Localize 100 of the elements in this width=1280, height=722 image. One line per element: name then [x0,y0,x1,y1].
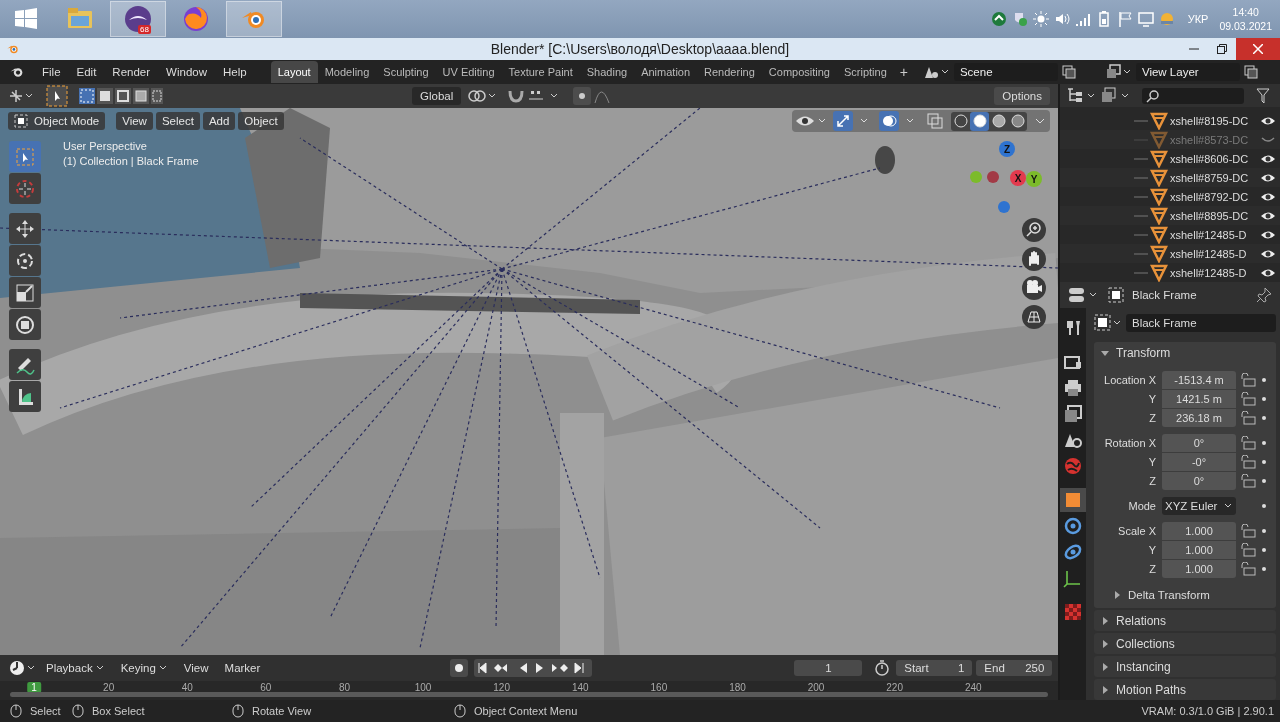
workspace-tab[interactable]: Layout [270,61,318,83]
current-frame-field[interactable]: 1 [794,660,863,676]
xray-icon[interactable] [925,111,945,131]
shading-button[interactable] [951,111,970,131]
workspace-tab[interactable]: Rendering [697,61,762,83]
panel-header[interactable]: Transform [1094,342,1276,364]
number-field[interactable]: 1.000 [1162,521,1236,540]
zoom-icon[interactable] [1022,218,1046,242]
options-dropdown[interactable]: Options [994,87,1050,105]
keyframe-dot-icon[interactable] [1260,501,1268,510]
rotate-tool-icon[interactable] [9,245,41,276]
transform-tool-icon[interactable] [9,309,41,340]
shading-button[interactable] [1008,111,1027,131]
keyframe-dot-icon[interactable] [1260,526,1268,535]
subpanel-header[interactable]: Delta Transform [1094,584,1276,606]
outliner-item[interactable]: xshell#8606-DC [1170,152,1258,165]
outliner-item[interactable]: xshell#8792-DC [1170,190,1258,203]
playback-controls[interactable] [474,659,593,677]
close-button[interactable] [1236,38,1280,60]
mode-dropdown[interactable]: XYZ Euler [1162,496,1236,515]
menu-item[interactable]: File [34,66,69,78]
keyframe-dot-icon[interactable] [1260,394,1268,403]
pencil-tool-icon[interactable] [9,349,41,380]
unlocked-padlock-icon[interactable] [1240,473,1256,488]
panel-header[interactable]: Relations [1094,610,1276,631]
panel-header[interactable]: Collections [1094,633,1276,654]
unlocked-padlock-icon[interactable] [1240,542,1256,557]
ruler-tool-icon[interactable] [9,381,41,412]
scrollbar[interactable] [10,692,1048,697]
scene-field[interactable]: Scene [953,63,1058,81]
unlocked-padlock-icon[interactable] [1240,435,1256,450]
view-layer-field[interactable]: View Layer [1135,63,1240,81]
copy-icon[interactable] [1243,65,1258,79]
viewport-menu[interactable]: View [116,112,153,130]
menu-item[interactable]: Edit [68,66,105,78]
scale-tool-icon[interactable] [9,277,41,308]
menu-item[interactable]: Render [104,66,159,78]
filter-icon[interactable] [1256,87,1270,104]
move-tool-icon[interactable] [9,213,41,244]
unlocked-padlock-icon[interactable] [1240,410,1256,425]
workspace-tab[interactable]: Texture Paint [501,61,580,83]
workspace-tab[interactable]: Sculpting [376,61,436,83]
number-field[interactable]: 236.18 m [1162,408,1236,427]
pin-icon[interactable] [1256,287,1272,303]
end-frame-field[interactable]: End 250 [976,660,1053,676]
selection-mode-icons[interactable] [78,87,164,105]
unlocked-padlock-icon[interactable] [1240,454,1256,469]
workspace-tab[interactable]: Animation [634,61,698,83]
keyframe-dot-icon[interactable] [1260,476,1268,485]
number-field[interactable]: -1513.4 m [1162,370,1236,389]
square-icon[interactable] [1060,488,1086,512]
menu-item[interactable]: Help [215,66,255,78]
viewport-menu[interactable]: Object [238,112,284,130]
unlocked-padlock-icon[interactable] [1240,372,1256,387]
number-field[interactable]: 1.000 [1162,559,1236,578]
keyframe-dot-icon[interactable] [1260,564,1268,573]
start-frame-field[interactable]: Start 1 [896,660,973,676]
workspace-tab[interactable]: Shading [579,61,635,83]
viewport-menu[interactable]: Select [155,112,200,130]
search-field[interactable] [1142,87,1244,104]
taskbar-button[interactable]: 68 [110,1,166,37]
clock-icon[interactable] [8,659,36,677]
panel-header[interactable]: Motion Paths [1094,679,1276,700]
keyframe-dot-icon[interactable] [1260,438,1268,447]
keyframe-dot-icon[interactable] [1260,545,1268,554]
hand-icon[interactable] [1022,247,1046,271]
add-workspace-button[interactable]: + [893,61,914,83]
shading-button[interactable] [989,111,1008,131]
number-field[interactable]: 0° [1162,433,1236,452]
outliner-item[interactable]: xshell#12485-D [1170,266,1258,279]
outliner-item[interactable]: xshell#8195-DC [1170,114,1258,127]
orientation-dropdown[interactable]: Global [412,87,462,105]
number-field[interactable]: 1.000 [1162,540,1236,559]
workspace-tab[interactable]: Scripting [836,61,894,83]
grid-icon[interactable] [1022,305,1046,329]
image-stack-icon[interactable] [1105,64,1132,80]
copy-icon[interactable] [1061,65,1076,79]
select-tool-icon[interactable] [46,85,68,107]
timeline-menu[interactable]: Marker [218,660,267,676]
number-field[interactable]: 0° [1162,471,1236,490]
viewport-menu[interactable]: Add [202,112,236,130]
unlocked-padlock-icon[interactable] [1240,391,1256,406]
keyframe-dot-icon[interactable] [1260,413,1268,422]
unlocked-padlock-icon[interactable] [1240,523,1256,538]
name-field[interactable]: Black Frame [1126,314,1276,332]
cursor-tool-icon[interactable] [9,173,41,204]
number-field[interactable]: 1421.5 m [1162,389,1236,408]
keyframe-dot-icon[interactable] [1260,375,1268,384]
timeline-menu[interactable]: View [177,660,215,676]
workspace-tab[interactable]: UV Editing [435,61,502,83]
keyframe-dot-icon[interactable] [1260,457,1268,466]
workspace-tab[interactable]: Modeling [317,61,377,83]
outliner-item[interactable]: xshell#12485-D [1170,228,1258,241]
panel-header[interactable]: Instancing [1094,656,1276,677]
camera-icon[interactable] [1022,276,1046,300]
unlocked-padlock-icon[interactable] [1240,561,1256,576]
number-field[interactable]: -0° [1162,452,1236,471]
mode-dropdown[interactable]: Object Mode [8,112,106,130]
workspace-tab[interactable]: Compositing [761,61,837,83]
record-button[interactable] [450,659,469,677]
